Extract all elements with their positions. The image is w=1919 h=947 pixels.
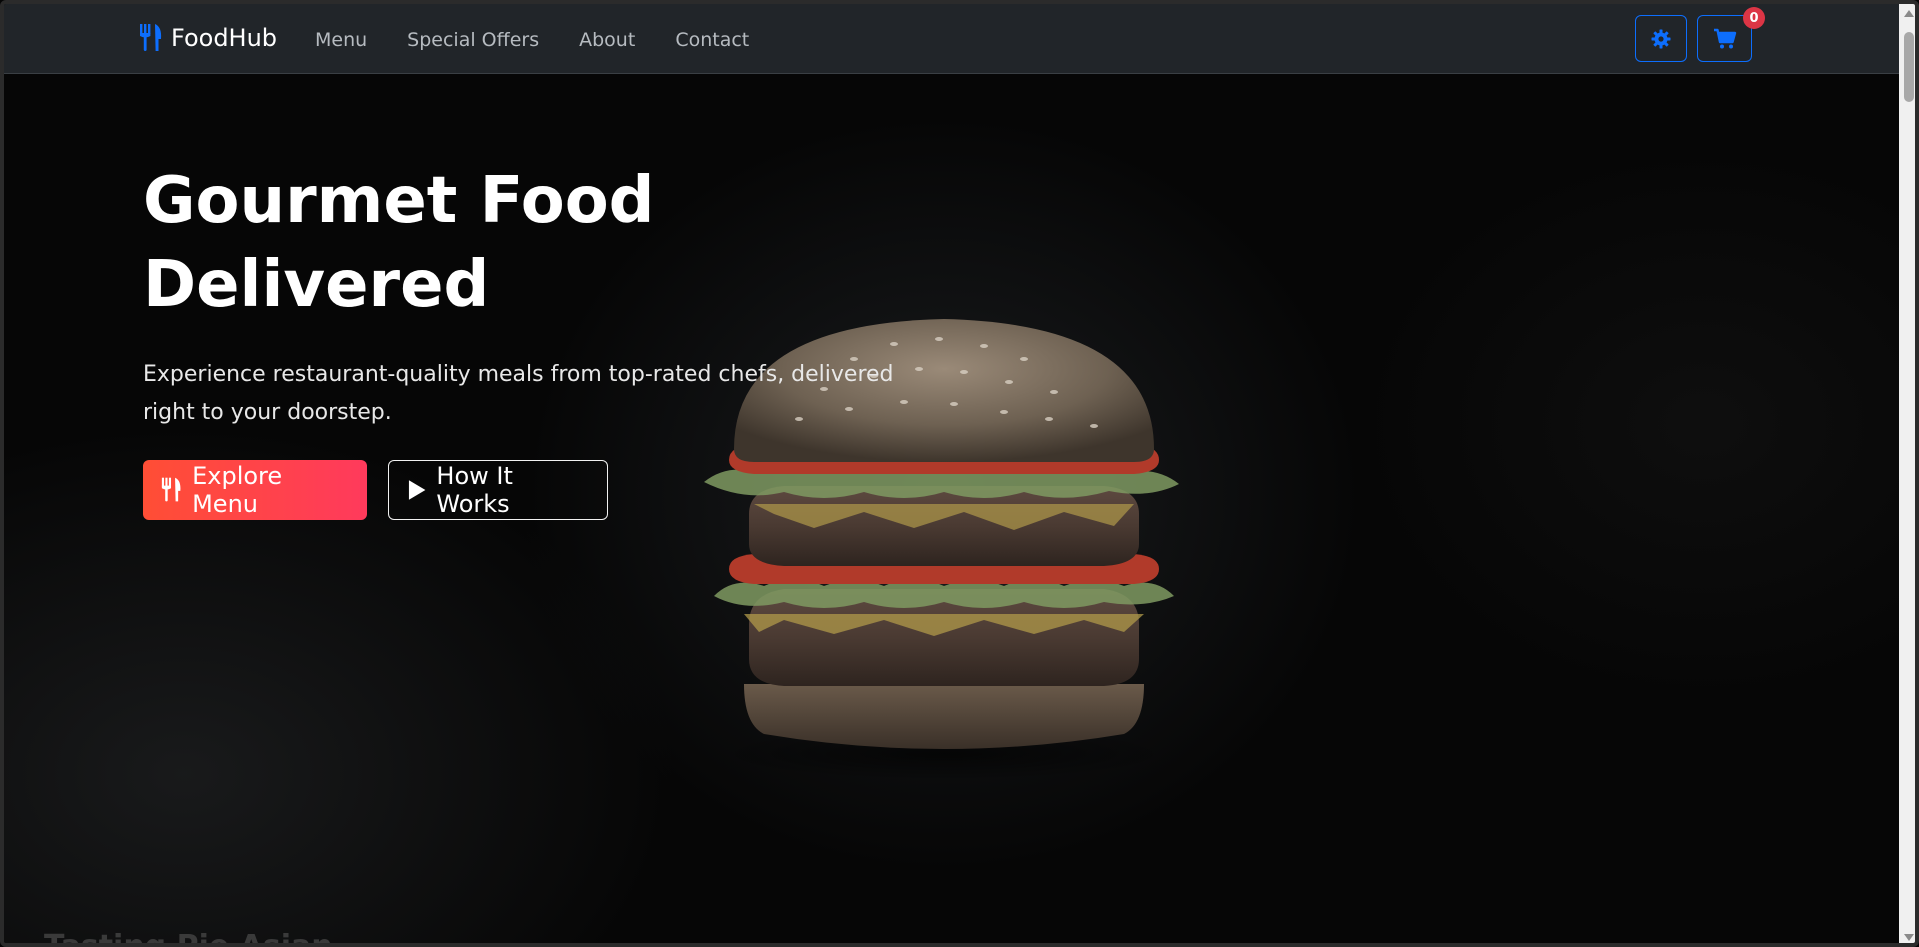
scroll-up-arrow-icon[interactable] [1904,10,1914,17]
nav-link-about[interactable]: About [579,29,635,51]
how-it-works-label: How It Works [436,462,513,518]
cart-icon [1713,28,1736,48]
hero-title: Gourmet Food Delivered [143,164,655,322]
how-it-works-button[interactable]: How It Works [388,460,608,520]
brand-name: FoodHub [171,24,278,52]
next-section-heading: Tasting Pie Asian [44,929,333,947]
hero-section: Gourmet Food Delivered Experience restau… [4,74,1899,947]
brand-logo[interactable]: FoodHub [139,24,277,52]
theme-toggle-button[interactable] [1635,15,1687,62]
hero-subtitle: Experience restaurant-quality meals from… [143,362,894,425]
play-icon [408,480,426,500]
scroll-down-arrow-icon[interactable] [1904,934,1914,941]
explore-menu-button[interactable]: Explore Menu [143,460,367,520]
cart-count-badge: 0 [1743,7,1765,29]
nav-links: Menu Special Offers About Contact [315,29,749,51]
explore-menu-label: Explore Menu [192,462,283,518]
utensils-icon [140,24,162,51]
scroll-thumb[interactable] [1904,32,1914,102]
nav-link-menu[interactable]: Menu [315,29,367,51]
gear-icon [1651,29,1671,48]
navbar: FoodHub Menu Special Offers About Contac… [4,4,1899,74]
utensils-icon [161,477,181,502]
nav-link-contact[interactable]: Contact [675,29,749,51]
browser-window: FoodHub Menu Special Offers About Contac… [0,0,1919,947]
nav-link-special-offers[interactable]: Special Offers [407,29,539,51]
vertical-scrollbar[interactable] [1899,4,1915,943]
